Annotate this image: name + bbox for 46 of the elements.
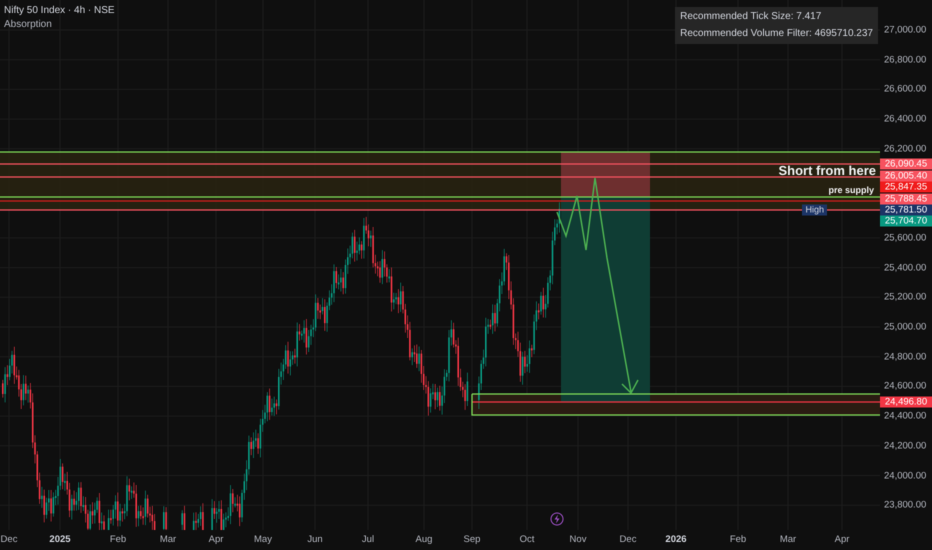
indicator-name: Absorption bbox=[4, 19, 53, 30]
price-tick: 24,000.00 bbox=[884, 470, 926, 481]
time-label: 2026 bbox=[665, 534, 687, 545]
time-label: 2025 bbox=[49, 534, 71, 545]
chart-title: Nifty 50 Index · 4h · NSE bbox=[4, 5, 115, 16]
info-text: Recommended Tick Size: 7.417 bbox=[680, 10, 822, 24]
annotation-text: Short from here bbox=[778, 165, 876, 176]
time-label: Feb bbox=[730, 534, 746, 545]
price-tag: 25,781.50 bbox=[880, 204, 932, 216]
price-tag: 26,090.45 bbox=[880, 158, 932, 170]
price-tick: 24,800.00 bbox=[884, 351, 926, 362]
price-tick: 24,200.00 bbox=[884, 440, 926, 452]
annotation-label: pre supply bbox=[828, 186, 874, 195]
time-label: Dec bbox=[620, 534, 636, 545]
time-label: Oct bbox=[520, 534, 534, 545]
time-label: Jul bbox=[362, 534, 374, 545]
high-badge: High bbox=[802, 204, 827, 216]
price-tick: 24,400.00 bbox=[884, 410, 926, 422]
price-tick: 25,200.00 bbox=[884, 292, 926, 303]
price-tick: 27,000.00 bbox=[884, 24, 926, 36]
price-tick: 23,800.00 bbox=[884, 500, 926, 511]
price-tick: 25,600.00 bbox=[884, 232, 926, 244]
time-label: Apr bbox=[208, 534, 224, 545]
time-label: Aug bbox=[416, 534, 432, 545]
price-tick: 26,400.00 bbox=[884, 114, 926, 125]
price-tick: 25,000.00 bbox=[884, 322, 926, 332]
price-tick: 24,600.00 bbox=[884, 380, 926, 392]
price-tag: 24,496.80 bbox=[880, 396, 932, 408]
price-tick: 26,600.00 bbox=[884, 84, 926, 95]
price-tick: 25,400.00 bbox=[884, 262, 926, 274]
time-label: Mar bbox=[780, 534, 796, 545]
time-label: Feb bbox=[110, 534, 126, 545]
price-tick: 26,800.00 bbox=[884, 54, 926, 66]
time-label: Nov bbox=[570, 534, 586, 545]
time-label: Mar bbox=[160, 534, 176, 545]
price-tag: 25,847.35 bbox=[880, 182, 932, 192]
time-label: May bbox=[254, 534, 272, 545]
time-label: Sep bbox=[464, 534, 480, 545]
time-label: Apr bbox=[834, 534, 850, 545]
time-label: Dec bbox=[0, 534, 18, 545]
time-label: Jun bbox=[307, 534, 323, 545]
price-tag: 25,704.70 bbox=[880, 216, 932, 226]
price-tag: 26,005.40 bbox=[880, 170, 932, 182]
price-tick: 26,200.00 bbox=[884, 143, 926, 154]
info-text: Recommended Volume Filter: 4695710.237 bbox=[680, 27, 873, 41]
price-tag: 25,788.45 bbox=[880, 194, 932, 204]
